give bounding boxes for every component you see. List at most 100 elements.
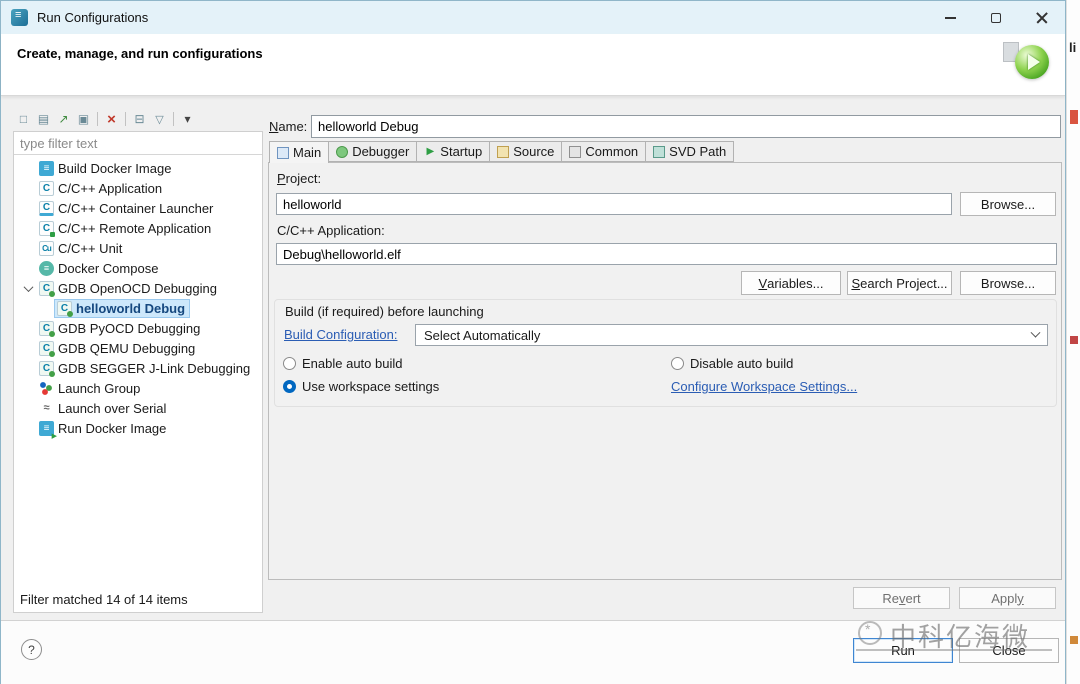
radio-checked-icon: [283, 380, 296, 393]
minimize-icon: [945, 17, 956, 19]
tree-item-gdb-segger-jlink[interactable]: GDB SEGGER J-Link Debugging: [14, 358, 262, 378]
use-workspace-settings-radio[interactable]: Use workspace settings: [283, 379, 439, 394]
banner-title: Create, manage, and run configurations: [17, 46, 263, 61]
docker-build-icon: [39, 161, 54, 176]
maximize-button[interactable]: [973, 1, 1019, 34]
apply-button[interactable]: Apply: [959, 587, 1056, 609]
build-configuration-select[interactable]: Select Automatically: [415, 324, 1048, 346]
app-icon: [11, 9, 28, 26]
project-label: Project:: [277, 171, 321, 186]
browse-project-button[interactable]: Browse...: [960, 192, 1056, 216]
build-configuration-link[interactable]: Build Configuration:: [284, 327, 397, 342]
browse-application-button[interactable]: Browse...: [960, 271, 1056, 295]
tree-item-run-docker-image[interactable]: Run Docker Image: [14, 418, 262, 438]
disable-auto-build-radio[interactable]: Disable auto build: [671, 356, 793, 371]
gdb-openocd-icon: [57, 301, 72, 316]
filter-input[interactable]: [14, 132, 262, 155]
variables-button[interactable]: Variables...: [741, 271, 841, 295]
tree-item-c-application[interactable]: C/C++ Application: [14, 178, 262, 198]
tab-label: Source: [513, 144, 554, 159]
configurations-panel: Build Docker Image C/C++ Application C/C…: [13, 131, 263, 613]
tree-item-label: Docker Compose: [58, 261, 158, 276]
tree-item-launch-over-serial[interactable]: Launch over Serial: [14, 398, 262, 418]
help-button[interactable]: ?: [21, 639, 42, 660]
name-input[interactable]: [311, 115, 1061, 138]
tree-item-docker-compose[interactable]: Docker Compose: [14, 258, 262, 278]
minimize-button[interactable]: [927, 1, 973, 34]
c-unit-icon: [39, 241, 54, 256]
application-input[interactable]: [276, 243, 1057, 265]
window-title: Run Configurations: [37, 10, 148, 25]
view-menu-icon[interactable]: [179, 111, 196, 128]
tab-bar: Main Debugger Startup Source Common SVD …: [269, 141, 733, 162]
tab-common[interactable]: Common: [561, 141, 646, 162]
gdb-openocd-icon: [39, 281, 54, 296]
tab-svd-path[interactable]: SVD Path: [645, 141, 734, 162]
delete-icon[interactable]: [103, 111, 120, 128]
close-button[interactable]: Close: [959, 638, 1059, 663]
chevron-down-icon: [1031, 327, 1041, 337]
collapse-all-icon[interactable]: [131, 111, 148, 128]
tree-item-label: C/C++ Application: [58, 181, 162, 196]
debugger-tab-icon: [336, 146, 348, 158]
background-marker: [1070, 636, 1078, 644]
close-window-button[interactable]: [1019, 1, 1065, 34]
run-configurations-dialog: Run Configurations Create, manage, and r…: [0, 0, 1066, 684]
tree-item-gdb-pyocd[interactable]: GDB PyOCD Debugging: [14, 318, 262, 338]
toolbar-separator: [97, 112, 98, 126]
configure-workspace-settings-link[interactable]: Configure Workspace Settings...: [671, 379, 857, 394]
tree-item-helloworld-debug[interactable]: helloworld Debug: [14, 298, 262, 318]
tree-item-label: GDB PyOCD Debugging: [58, 321, 200, 336]
tree-item-label: GDB SEGGER J-Link Debugging: [58, 361, 250, 376]
radio-icon: [671, 357, 684, 370]
tab-label: SVD Path: [669, 144, 726, 159]
tree-item-gdb-qemu[interactable]: GDB QEMU Debugging: [14, 338, 262, 358]
tree-item-label: C/C++ Remote Application: [58, 221, 211, 236]
c-remote-icon: [39, 221, 54, 236]
filter-icon[interactable]: [151, 111, 168, 128]
toolbar-separator: [125, 112, 126, 126]
tree-item-c-remote-application[interactable]: C/C++ Remote Application: [14, 218, 262, 238]
toolbar-separator: [173, 112, 174, 126]
titlebar[interactable]: Run Configurations: [1, 1, 1065, 34]
tree-item-launch-group[interactable]: Launch Group: [14, 378, 262, 398]
tab-debugger[interactable]: Debugger: [328, 141, 417, 162]
background-marker: [1070, 110, 1078, 124]
main-tab-content: Project: Browse... C/C++ Application: Va…: [268, 162, 1062, 580]
build-configuration-value: Select Automatically: [424, 328, 540, 343]
tree-item-label: C/C++ Unit: [58, 241, 122, 256]
run-banner-icon: [1015, 45, 1049, 79]
radio-label: Enable auto build: [302, 356, 402, 371]
tree-item-label: GDB OpenOCD Debugging: [58, 281, 217, 296]
enable-auto-build-radio[interactable]: Enable auto build: [283, 356, 402, 371]
name-label: Name:: [269, 119, 307, 134]
duplicate-icon[interactable]: [75, 111, 92, 128]
c-container-icon: [39, 201, 54, 216]
new-prototype-icon[interactable]: [35, 111, 52, 128]
tree-item-gdb-openocd[interactable]: GDB OpenOCD Debugging: [14, 278, 262, 298]
filter-status: Filter matched 14 of 14 items: [14, 587, 262, 612]
revert-button[interactable]: Revert: [853, 587, 950, 609]
tab-main[interactable]: Main: [269, 141, 329, 163]
tab-source[interactable]: Source: [489, 141, 562, 162]
tab-startup[interactable]: Startup: [416, 141, 490, 162]
close-icon: [1036, 12, 1048, 24]
export-icon[interactable]: [55, 111, 72, 128]
docker-run-icon: [39, 421, 54, 436]
tab-label: Main: [293, 145, 321, 160]
tree-item-build-docker-image[interactable]: Build Docker Image: [14, 158, 262, 178]
tree-item-label: Build Docker Image: [58, 161, 171, 176]
tree-item-c-unit[interactable]: C/C++ Unit: [14, 238, 262, 258]
tree-item-c-container-launcher[interactable]: C/C++ Container Launcher: [14, 198, 262, 218]
search-project-button[interactable]: Search Project...: [847, 271, 952, 295]
main-tab-icon: [277, 147, 289, 159]
gdb-qemu-icon: [39, 341, 54, 356]
new-configuration-icon[interactable]: [15, 111, 32, 128]
tree-item-label: Run Docker Image: [58, 421, 166, 436]
run-button[interactable]: Run: [853, 638, 953, 663]
expander-icon[interactable]: [20, 285, 36, 292]
launch-group-icon: [39, 381, 54, 396]
tab-label: Common: [585, 144, 638, 159]
c-application-icon: [39, 181, 54, 196]
project-input[interactable]: [276, 193, 952, 215]
